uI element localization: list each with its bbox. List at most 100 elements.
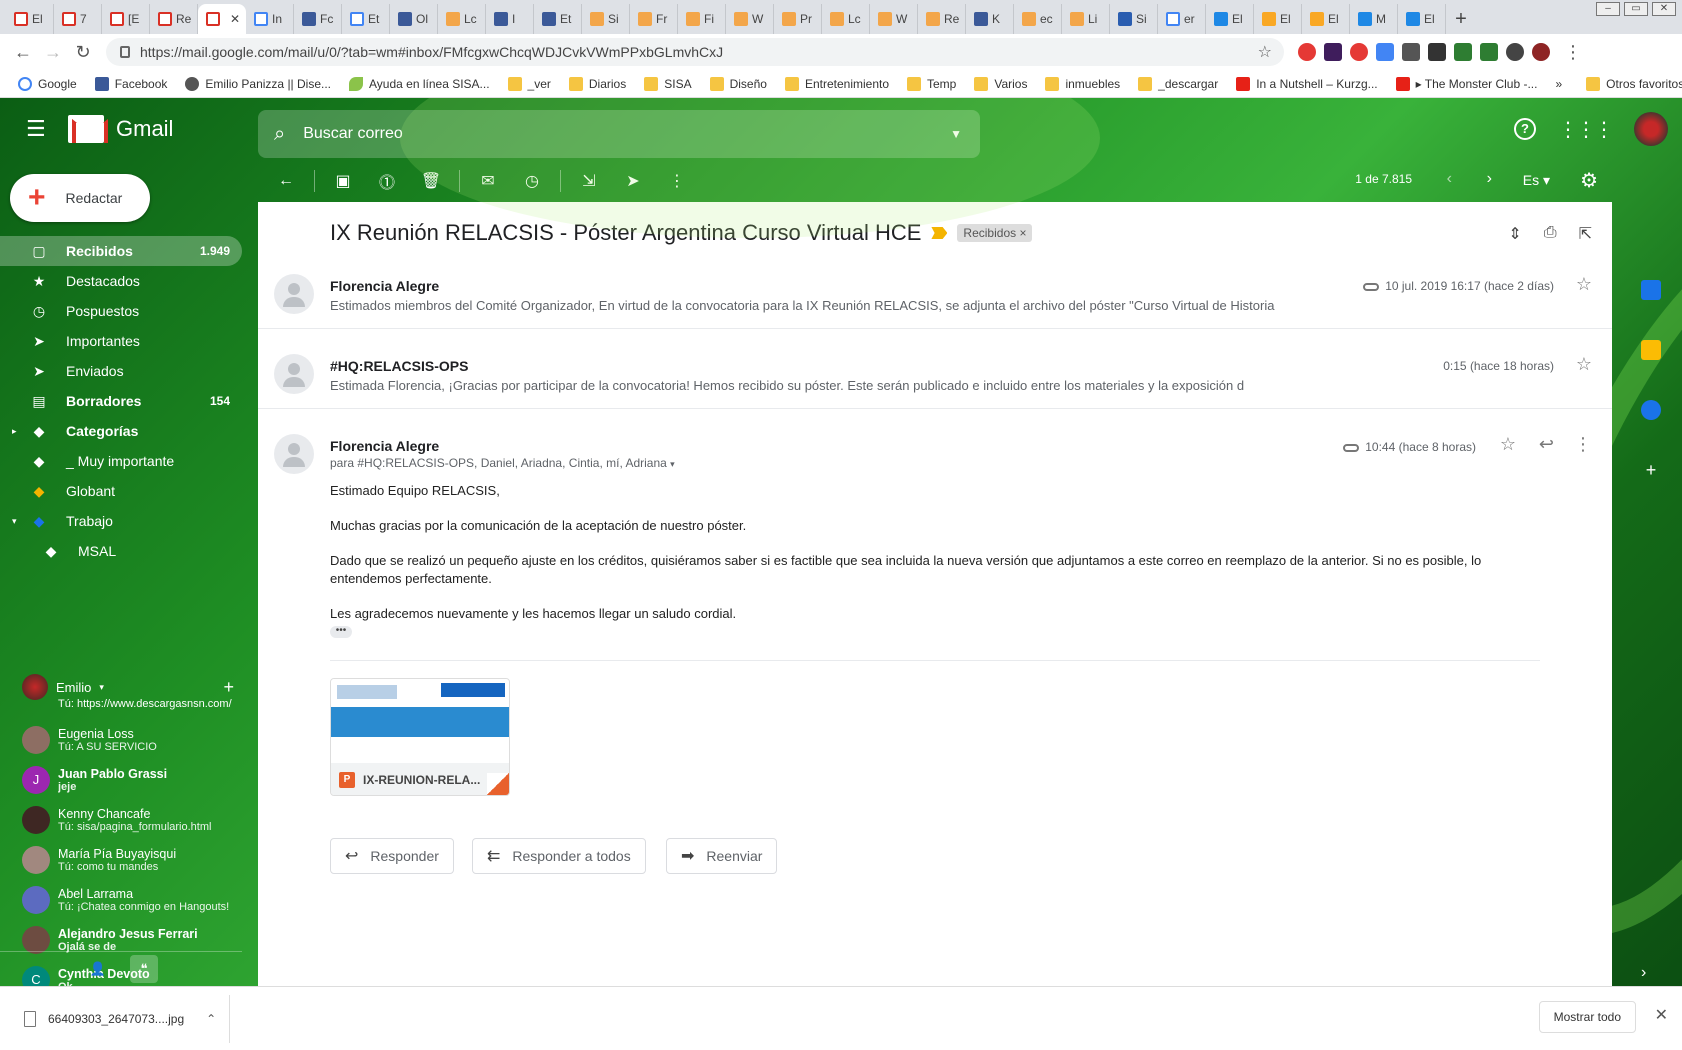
maximize-button[interactable]: ▭ <box>1624 2 1648 16</box>
extension-p-icon[interactable] <box>1324 43 1342 61</box>
bookmark-item[interactable]: ▸ The Monster Club -... <box>1395 76 1537 91</box>
minimize-button[interactable]: – <box>1596 2 1620 16</box>
url-text[interactable]: https://mail.google.com/mail/u/0/?tab=wm… <box>140 44 1258 60</box>
browser-tab[interactable]: In <box>246 4 294 34</box>
back-icon[interactable]: ← <box>8 37 38 67</box>
nav-item[interactable]: ▾ ◆ Trabajo <box>0 506 242 536</box>
browser-tab[interactable]: Re <box>918 4 966 34</box>
report-spam-icon[interactable]: ⓵ <box>365 169 409 193</box>
show-trimmed-content-button[interactable]: ••• <box>330 626 352 638</box>
search-input[interactable]: ⌕ Buscar correo ▼ <box>258 110 980 158</box>
star-icon[interactable]: ☆ <box>1576 354 1592 375</box>
nav-item[interactable]: ◆ Globant <box>0 476 242 506</box>
nav-item[interactable]: ▢ Recibidos 1.949 <box>0 236 242 266</box>
reply-button[interactable]: ↩ Responder <box>330 838 454 874</box>
browser-tab[interactable]: 7 <box>54 4 102 34</box>
browser-tab[interactable]: El <box>1206 4 1254 34</box>
browser-tab[interactable]: Fc <box>294 4 342 34</box>
browser-tab[interactable]: El <box>1398 4 1446 34</box>
open-new-window-icon[interactable]: ⇱ <box>1579 224 1592 244</box>
browser-tab[interactable]: Fi <box>678 4 726 34</box>
browser-tab[interactable]: Et <box>342 4 390 34</box>
newer-icon[interactable]: ‹ <box>1447 170 1452 188</box>
hangouts-partial-link[interactable]: https://www.descargasnsn.com/ <box>77 698 232 710</box>
translate-icon[interactable] <box>1376 43 1394 61</box>
bookmark-item[interactable]: Temp <box>907 76 956 91</box>
chevron-up-icon[interactable]: ⌃ <box>206 1012 216 1026</box>
browser-tab[interactable]: W <box>870 4 918 34</box>
bookmark-item[interactable]: Ayuda en línea SISA... <box>349 76 490 91</box>
forward-icon[interactable]: → <box>38 37 68 67</box>
snooze-icon[interactable]: ◷ <box>510 171 554 191</box>
expand-panel-icon[interactable]: › <box>1641 964 1661 984</box>
other-bookmarks[interactable]: Otros favoritos <box>1586 76 1682 91</box>
reply-all-button[interactable]: ⇇ Responder a todos <box>472 838 646 874</box>
shield-icon[interactable] <box>1402 43 1420 61</box>
browser-tab[interactable]: Lc <box>438 4 486 34</box>
add-on-plus-icon[interactable]: + <box>1641 460 1661 480</box>
browser-tab[interactable]: [E <box>102 4 150 34</box>
browser-tab[interactable]: I <box>486 4 534 34</box>
reload-icon[interactable]: ↻ <box>68 37 98 67</box>
more-actions-icon[interactable]: ⋮ <box>655 171 699 191</box>
mark-unread-icon[interactable]: ✉ <box>466 171 510 191</box>
browser-tab[interactable]: K <box>966 4 1014 34</box>
forward-button[interactable]: ➡ Reenviar <box>666 838 778 874</box>
adblock-icon[interactable] <box>1298 43 1316 61</box>
browser-tab[interactable]: Ol <box>390 4 438 34</box>
nav-item[interactable]: ▸ ◆ Categorías <box>0 416 242 446</box>
nav-item[interactable]: ➤ Enviados <box>0 356 242 386</box>
hangouts-contact[interactable]: María Pía Buyayisqui Tú: como tu mandes <box>22 840 242 880</box>
bookmark-item[interactable]: Varios <box>974 76 1027 91</box>
chevron-down-icon[interactable]: ▾ <box>99 682 104 693</box>
older-icon[interactable]: › <box>1487 170 1492 188</box>
bookmark-item[interactable]: In a Nutshell – Kurzg... <box>1236 76 1378 91</box>
opera-icon[interactable] <box>1350 43 1368 61</box>
tasks-icon[interactable] <box>1641 400 1661 420</box>
hangouts-contact[interactable]: Eugenia Loss Tú: A SU SERVICIO <box>22 720 242 760</box>
browser-tab[interactable]: El <box>1254 4 1302 34</box>
settings-gear-icon[interactable]: ⚙ <box>1580 168 1598 193</box>
calendar-icon[interactable] <box>1641 280 1661 300</box>
bookmark-item[interactable]: Google <box>18 76 77 91</box>
contacts-icon[interactable]: 👤 <box>84 955 112 983</box>
compose-button[interactable]: + Redactar <box>10 174 150 222</box>
close-window-button[interactable]: ✕ <box>1652 2 1676 16</box>
input-language-select[interactable]: Es ▾ <box>1523 172 1550 189</box>
browser-tab[interactable]: Lc <box>822 4 870 34</box>
cors-icon[interactable] <box>1480 43 1498 61</box>
hangouts-contact[interactable]: Abel Larrama Tú: ¡Chatea conmigo en Hango… <box>22 880 242 920</box>
nav-item[interactable]: ◆ MSAL <box>0 536 242 566</box>
bookmark-item[interactable]: _descargar <box>1138 76 1218 91</box>
attachment-card[interactable]: P IX-REUNION-RELA... <box>330 678 510 796</box>
hangouts-partial-item[interactable]: Tú: https://www.descargasnsn.com/ <box>58 698 232 710</box>
show-all-downloads-button[interactable]: Mostrar todo <box>1538 1001 1636 1033</box>
profile-avatar-icon[interactable] <box>1532 43 1550 61</box>
hangouts-contact[interactable]: J Juan Pablo Grassi jeje <box>22 760 242 800</box>
nav-item[interactable]: ◆ _ Muy importante <box>0 446 242 476</box>
new-tab-button[interactable]: + <box>1446 4 1476 34</box>
star-icon[interactable]: ☆ <box>1500 434 1516 455</box>
download-item[interactable]: 66409303_2647073....jpg ⌃ <box>24 994 230 1043</box>
address-bar[interactable]: https://mail.google.com/mail/u/0/?tab=wm… <box>106 38 1284 66</box>
nav-item[interactable]: ★ Destacados <box>0 266 242 296</box>
star-icon[interactable]: ☆ <box>1576 274 1592 295</box>
browser-tab[interactable]: Et <box>534 4 582 34</box>
browser-tab[interactable]: El <box>6 4 54 34</box>
important-marker-icon[interactable] <box>931 227 948 239</box>
collapsed-message[interactable]: Florencia Alegre Estimados miembros del … <box>258 262 1612 326</box>
new-chat-icon[interactable]: + <box>223 677 234 698</box>
close-icon[interactable]: ✕ <box>1655 1005 1668 1025</box>
browser-tab[interactable]: El <box>1302 4 1350 34</box>
bookmark-item[interactable]: Entretenimiento <box>784 76 889 91</box>
browser-tab[interactable]: ec <box>1014 4 1062 34</box>
pdf-icon[interactable] <box>1454 43 1472 61</box>
hangouts-icon[interactable]: ❝ <box>130 954 158 983</box>
bookmark-item[interactable]: Facebook <box>94 76 167 91</box>
apps-grid-icon[interactable]: ⋮⋮⋮ <box>1558 117 1614 142</box>
hangouts-user-name[interactable]: Emilio <box>56 680 91 695</box>
search-options-icon[interactable]: ▼ <box>950 127 962 141</box>
browser-tab[interactable]: W <box>726 4 774 34</box>
expand-all-icon[interactable]: ⇕ <box>1508 224 1521 244</box>
archive-icon[interactable]: ▣ <box>321 171 365 191</box>
